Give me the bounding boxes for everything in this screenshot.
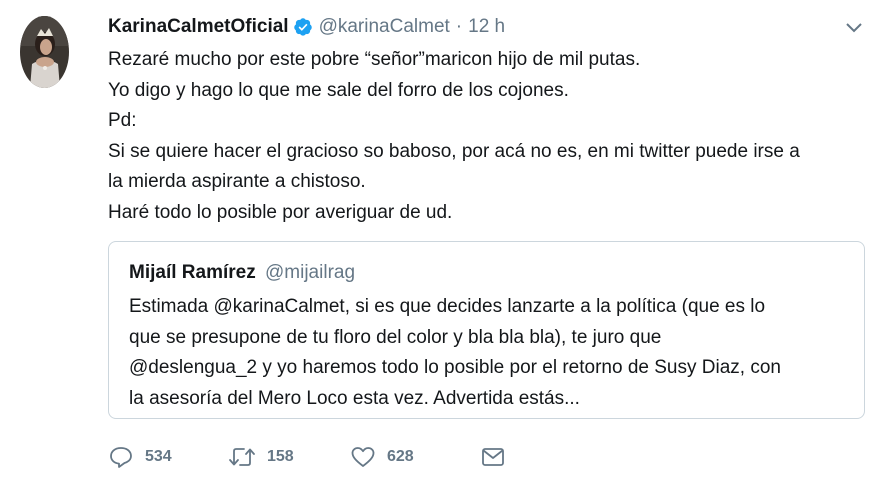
tweet-actions: 534 158 628 [108,442,506,472]
handle[interactable]: @karinaCalmet [319,16,450,38]
quoted-tweet-header: Mijaíl Ramírez @mijailrag [129,262,355,284]
reply-count: 534 [145,448,172,465]
tweet-text-line: Si se quiere hacer el gracioso so baboso… [108,140,800,162]
retweet-icon [229,448,255,466]
separator-dot: · [455,16,463,37]
direct-message-button[interactable] [480,445,506,469]
tweet-text-line: la mierda aspirante a chistoso. [108,171,366,192]
timestamp[interactable]: 12 h [468,16,505,38]
quoted-tweet[interactable]: Mijaíl Ramírez @mijailrag Estimada @kari… [108,241,865,419]
quoted-text-line: que se presupone de tu floro del color y… [129,326,662,348]
reply-icon [110,447,132,468]
tweet-text-line: Rezaré mucho por este pobre “señor”maric… [108,49,641,70]
reply-button[interactable]: 534 [108,445,228,469]
tweet-text-line: Haré todo lo posible por averiguar de ud… [108,201,453,223]
like-count: 628 [387,448,414,465]
envelope-icon [482,448,504,466]
retweet-count: 158 [267,448,294,465]
heart-icon [351,447,375,467]
quoted-handle: @mijailrag [265,262,356,283]
chevron-down-icon[interactable] [844,20,864,36]
quoted-text-line: la asesoría del Mero Loco esta vez. Adve… [129,387,580,409]
avatar-image [20,16,69,88]
quoted-text-line: @deslengua_2 y yo haremos todo lo posibl… [129,357,781,378]
like-button[interactable]: 628 [350,445,480,469]
tweet-text-line: Pd: [108,110,137,131]
tweet-header: KarinaCalmetOficial @karinaCalmet · 12 h [108,12,505,42]
tweet-text-line: Yo digo y hago lo que me sale del forro … [108,79,569,101]
quoted-tweet-text: Estimada @karinaCalmet, si es que decide… [129,292,859,414]
display-name[interactable]: KarinaCalmetOficial [108,16,289,38]
quoted-text-line: Estimada @karinaCalmet, si es que decide… [129,296,766,317]
quoted-display-name: Mijaíl Ramírez [129,262,256,283]
verified-badge-icon [293,17,313,37]
tweet: KarinaCalmetOficial @karinaCalmet · 12 h… [0,0,881,482]
avatar[interactable] [20,16,69,88]
retweet-button[interactable]: 158 [228,445,350,469]
tweet-text: Rezaré mucho por este pobre “señor”maric… [108,45,868,228]
